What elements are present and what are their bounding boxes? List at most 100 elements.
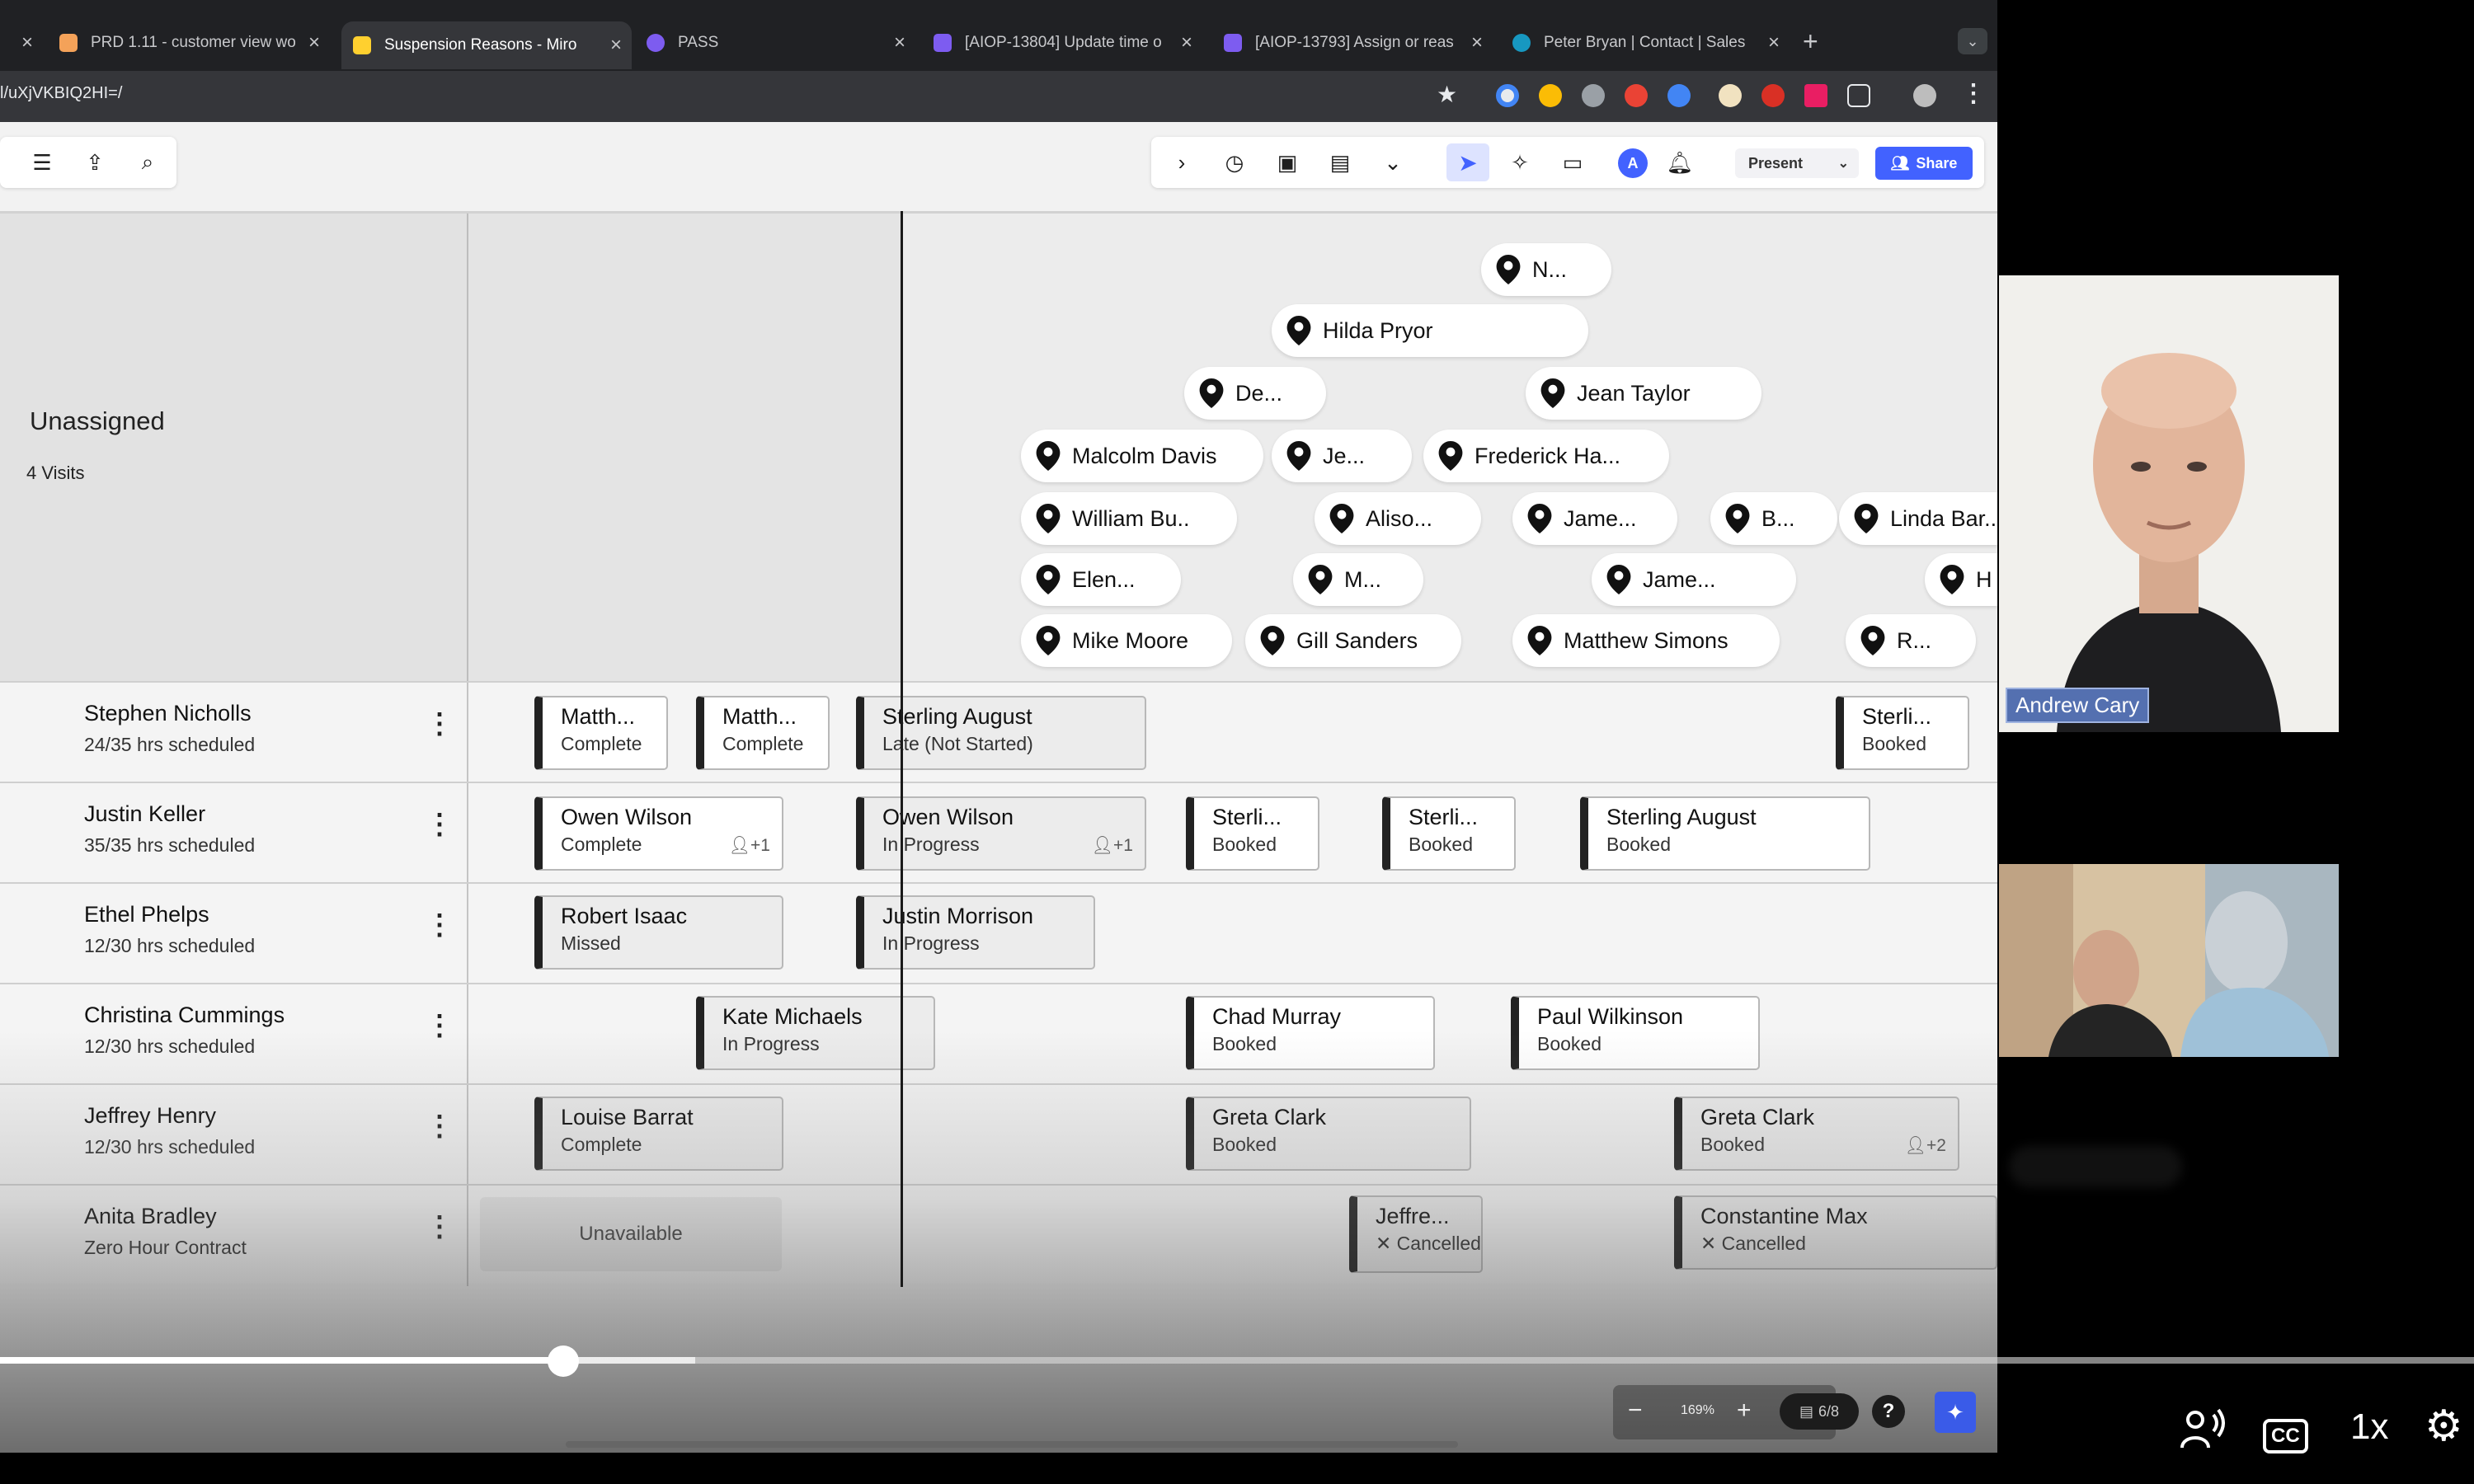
zoom-out-button[interactable]: − [1628,1397,1643,1425]
location-pin[interactable]: Gill Sanders [1245,614,1461,667]
zoom-in-button[interactable]: + [1737,1397,1752,1425]
extension-icon[interactable] [1539,84,1562,107]
close-tab-icon[interactable]: × [1471,31,1483,54]
visit-card[interactable]: Sterli... Booked [1186,796,1319,871]
new-tab-button[interactable]: + [1803,28,1818,54]
comment-icon[interactable]: ▭ [1559,148,1587,176]
browser-menu-icon[interactable]: ⋮ [1961,79,1986,108]
location-pin[interactable]: Linda Bar... [1839,492,1997,545]
visit-card[interactable]: Sterli... Booked [1382,796,1516,871]
settings-gear-icon[interactable]: ⚙ [2425,1402,2463,1451]
visit-card[interactable]: Jeffre... ✕ Cancelled [1349,1195,1483,1273]
location-pin[interactable]: De... [1184,367,1326,420]
menu-icon[interactable]: ☰ [28,148,56,176]
bell-icon[interactable]: 🔔︎ [1666,148,1694,176]
row-menu-icon[interactable]: ⋮ [426,909,454,942]
close-tab-icon[interactable]: × [610,34,622,57]
extension-icon[interactable] [1625,84,1648,107]
close-tab-icon[interactable]: × [308,31,320,54]
visit-card[interactable]: Constantine Max ✕ Cancelled [1674,1195,1997,1270]
extension-icon[interactable] [1582,84,1605,107]
location-pin[interactable]: Elen... [1021,553,1181,606]
row-menu-icon[interactable]: ⋮ [426,1210,454,1243]
tab-prd[interactable]: PRD 1.11 - customer view wo × [48,23,330,63]
location-pin[interactable]: Je... [1272,430,1412,482]
ai-assist-icon[interactable]: ✦ [1935,1392,1976,1433]
close-tab-icon[interactable]: × [1768,31,1780,54]
row-menu-icon[interactable]: ⋮ [426,1110,454,1143]
extension-icon[interactable] [1667,84,1691,107]
location-pin[interactable]: Mike Moore [1021,614,1232,667]
help-icon[interactable]: ? [1872,1395,1905,1428]
location-pin[interactable]: R... [1846,614,1976,667]
extension-icon[interactable] [1719,84,1742,107]
visit-card[interactable]: Louise Barrat Complete [534,1097,783,1171]
row-menu-icon[interactable]: ⋮ [426,1009,454,1042]
tab-pass[interactable]: PASS × [635,23,915,63]
url-text[interactable]: l/uXjVKBIQ2HI=/ [0,84,122,103]
profile-avatar[interactable] [1913,84,1936,107]
notes-icon[interactable]: ▤ [1326,148,1354,176]
reactions-icon[interactable]: ✧ [1506,148,1534,176]
bookmark-star-icon[interactable]: ★ [1437,81,1457,108]
chevron-right-icon[interactable]: › [1168,148,1196,176]
tab-aiop-13793[interactable]: [AIOP-13793] Assign or reas × [1212,23,1493,63]
visit-card[interactable]: Owen Wilson Complete 👤︎+1 [534,796,783,871]
visit-card[interactable]: Owen Wilson In Progress 👤︎+1 [856,796,1146,871]
share-button[interactable]: 👥︎ Share [1875,147,1973,180]
location-pin[interactable]: B... [1710,492,1837,545]
visit-card[interactable]: Justin Morrison In Progress [856,895,1095,970]
frames-icon[interactable]: ▣ [1273,148,1301,176]
search-icon[interactable]: ⌕ [134,148,162,176]
location-pin[interactable]: Aliso... [1315,492,1481,545]
location-pin[interactable]: William Bu.. [1021,492,1237,545]
visit-card[interactable]: Matth... Complete [534,696,668,770]
location-pin[interactable]: M... [1293,553,1423,606]
audio-description-icon[interactable] [2177,1407,2227,1460]
present-button[interactable]: Present ⌄ [1735,148,1859,178]
visit-card[interactable]: Chad Murray Booked [1186,996,1435,1070]
cursor-select-icon[interactable]: ➤ [1446,143,1489,181]
close-tab-icon[interactable]: × [1181,31,1192,54]
location-pin[interactable]: N... [1481,243,1611,296]
chevron-down-icon[interactable]: ⌄ [1838,155,1849,171]
zoom-level[interactable]: 169% [1681,1403,1714,1418]
location-pin[interactable]: H [1925,553,1997,606]
tab-miro[interactable]: Suspension Reasons - Miro × [341,21,632,69]
visit-card[interactable]: Greta Clark Booked [1186,1097,1471,1171]
address-bar[interactable]: l/uXjVKBIQ2HI=/ ★ ⋮ [0,71,1997,122]
video-scrub-handle[interactable] [548,1345,579,1377]
tab-aiop-13804[interactable]: [AIOP-13804] Update time o × [922,23,1202,63]
visit-card[interactable]: Sterling August Late (Not Started) [856,696,1146,770]
user-avatar[interactable]: A [1618,148,1648,178]
playback-speed-button[interactable]: 1x [2350,1407,2388,1448]
horizontal-scrollbar[interactable] [566,1441,1458,1448]
location-pin[interactable]: Jame... [1592,553,1796,606]
location-pin[interactable]: Frederick Ha... [1423,430,1669,482]
extension-icon[interactable] [1804,84,1827,107]
visit-card[interactable]: Paul Wilkinson Booked [1511,996,1760,1070]
visit-card[interactable]: Robert Isaac Missed [534,895,783,970]
visit-card[interactable]: Kate Michaels In Progress [696,996,935,1070]
row-menu-icon[interactable]: ⋮ [426,707,454,740]
location-pin[interactable]: Matthew Simons [1512,614,1780,667]
close-tab-icon[interactable]: × [894,31,905,54]
captions-button[interactable]: CC [2263,1410,2308,1453]
location-pin[interactable]: Jame... [1512,492,1677,545]
close-tab-icon[interactable]: × [21,31,33,54]
extension-icon[interactable] [1761,84,1785,107]
visit-card[interactable]: Sterli... Booked [1836,696,1969,770]
visit-card[interactable]: Matth... Complete [696,696,830,770]
location-pin[interactable]: Malcolm Davis [1021,430,1263,482]
export-icon[interactable]: ⇪ [81,148,109,176]
row-menu-icon[interactable]: ⋮ [426,808,454,841]
tab-search-button[interactable]: ⌄ [1958,28,1987,54]
visit-card[interactable]: Sterling August Booked [1580,796,1870,871]
location-pin[interactable]: Hilda Pryor [1272,304,1588,357]
frames-pager[interactable]: ▤ 6/8 [1780,1393,1859,1430]
tab-salesforce[interactable]: Peter Bryan | Contact | Sales × [1501,23,1790,63]
extensions-puzzle-icon[interactable] [1847,84,1870,107]
extension-icon[interactable] [1496,84,1519,107]
more-chevron-icon[interactable]: ⌄ [1379,148,1407,176]
location-pin[interactable]: Jean Taylor [1526,367,1761,420]
